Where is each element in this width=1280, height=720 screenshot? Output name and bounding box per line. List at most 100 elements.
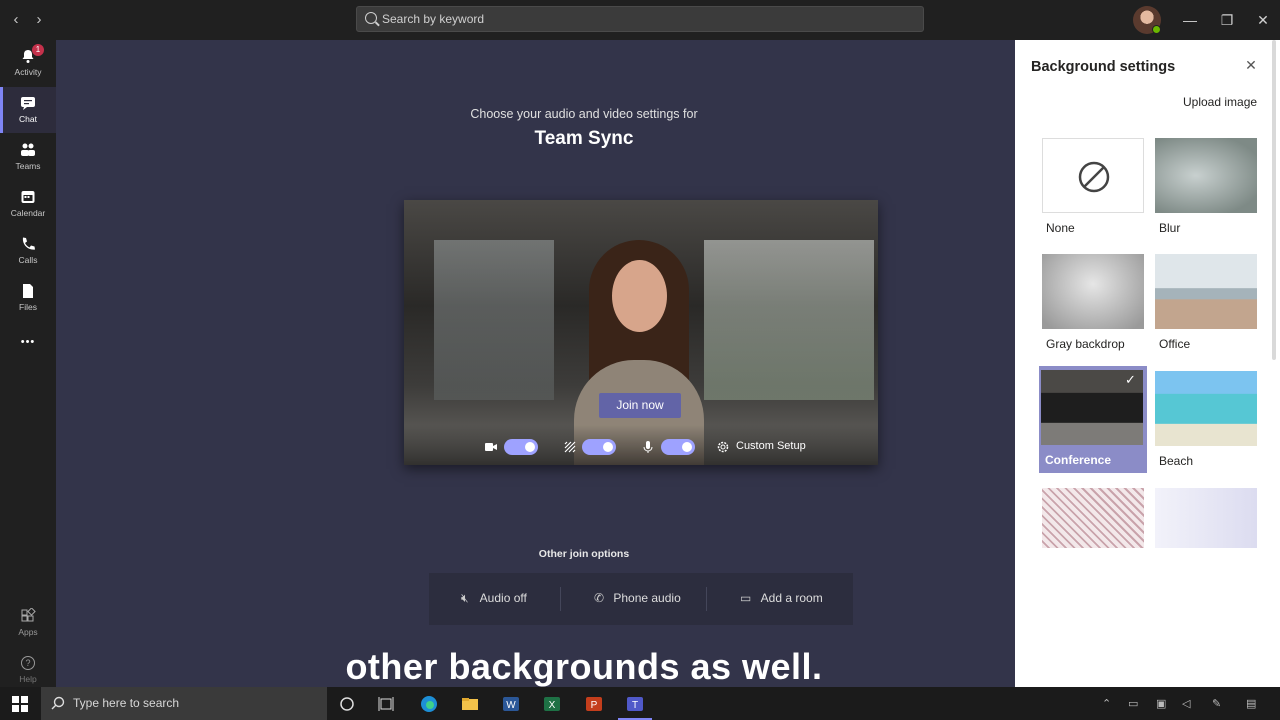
battery-icon[interactable]: ▭ (1128, 697, 1138, 710)
upload-image-button[interactable]: Upload image (1183, 95, 1257, 109)
background-tile-gray-backdrop[interactable]: Gray backdrop (1042, 254, 1146, 351)
cortana-icon[interactable] (338, 695, 356, 713)
background-tile-pattern[interactable] (1042, 488, 1146, 548)
pen-icon[interactable]: ✎ (1212, 697, 1221, 710)
video-caption: other backgrounds as well. (345, 646, 823, 687)
window-right (704, 240, 874, 400)
rail-item-files[interactable]: Files (0, 275, 56, 321)
search-icon (365, 12, 377, 24)
panel-title: Background settings (1031, 59, 1176, 75)
word-icon[interactable]: W (502, 695, 520, 713)
teams-app-icon[interactable]: T (626, 695, 644, 713)
room-icon: ▭ (740, 591, 752, 605)
tile-label: Conference (1045, 453, 1112, 467)
pattern-thumbnail (1042, 488, 1144, 548)
background-settings-panel: Background settings ✕ Upload image None … (1015, 40, 1280, 687)
notifications-icon[interactable]: ▤ (1246, 697, 1256, 710)
rail-item-calls[interactable]: Calls (0, 228, 56, 274)
audio-off-option[interactable]: 🔇︎ Audio off (461, 588, 527, 608)
maximize-button[interactable]: ❐ (1217, 10, 1237, 30)
taskbar-search-placeholder: Type here to search (73, 696, 180, 710)
rail-item-label: Files (19, 302, 37, 312)
blur-thumbnail (1155, 138, 1257, 213)
close-icon[interactable]: ✕ (1243, 57, 1259, 73)
panel-scrollbar[interactable] (1272, 40, 1276, 360)
background-effects-icon (564, 441, 576, 453)
taskbar-search-input[interactable]: Type here to search (41, 687, 327, 720)
rail-item-label: Activity (14, 67, 42, 77)
more-options-icon[interactable]: ••• (0, 330, 56, 376)
tile-label: Gray backdrop (1046, 337, 1125, 351)
search-icon (51, 696, 65, 710)
video-preview: Join now Custom Setup (404, 200, 878, 465)
microphone-toggle[interactable] (661, 439, 695, 455)
background-tile-room[interactable] (1155, 488, 1259, 548)
presence-status-icon (1152, 25, 1161, 34)
prejoin-stage: Choose your audio and video settings for… (56, 40, 1015, 687)
none-icon (1042, 138, 1144, 213)
svg-text:X: X (549, 700, 556, 711)
custom-setup-button[interactable]: Custom Setup (736, 440, 806, 452)
stage-subtitle: Choose your audio and video settings for (470, 107, 698, 121)
join-now-button[interactable]: Join now (599, 393, 681, 418)
meeting-title: Team Sync (534, 128, 634, 149)
apps-icon (21, 608, 36, 622)
close-window-button[interactable]: ✕ (1253, 10, 1273, 30)
excel-icon[interactable]: X (543, 695, 561, 713)
task-view-icon[interactable] (377, 695, 395, 713)
divider (706, 587, 707, 611)
phone-audio-option[interactable]: ✆ Phone audio (594, 588, 681, 608)
svg-text:T: T (632, 700, 638, 711)
svg-text:W: W (506, 700, 516, 711)
option-label: Phone audio (613, 591, 681, 605)
phone-icon (22, 237, 35, 250)
rail-item-calendar[interactable]: Calendar (0, 181, 56, 227)
file-icon (23, 284, 33, 298)
tile-label: Office (1159, 337, 1191, 351)
beach-thumbnail (1155, 371, 1257, 446)
window-left (434, 240, 554, 400)
background-tile-beach[interactable]: Beach (1155, 371, 1259, 468)
forward-arrow-icon[interactable]: › (29, 10, 49, 30)
search-placeholder: Search by keyword (382, 12, 485, 26)
camera-icon (485, 443, 497, 451)
activity-badge: 1 (32, 44, 44, 56)
network-icon[interactable]: ▣ (1156, 697, 1166, 710)
tray-chevron-icon[interactable]: ⌃ (1102, 697, 1111, 710)
calendar-icon (21, 191, 35, 203)
back-arrow-icon[interactable]: ‹ (6, 10, 26, 30)
windows-start-icon[interactable] (11, 695, 29, 713)
gray-backdrop-thumbnail (1042, 254, 1144, 329)
background-tile-blur[interactable]: Blur (1155, 138, 1259, 235)
background-toggle[interactable] (582, 439, 616, 455)
rail-item-apps[interactable]: Apps (0, 600, 56, 646)
file-explorer-icon[interactable] (461, 695, 479, 713)
phone-icon: ✆ (594, 591, 605, 605)
add-room-option[interactable]: ▭ Add a room (740, 588, 823, 608)
edge-icon[interactable] (420, 695, 438, 713)
tile-label: Blur (1159, 221, 1181, 235)
search-input[interactable]: Search by keyword (356, 6, 924, 32)
rail-item-label: Teams (15, 161, 41, 171)
gear-icon[interactable] (716, 440, 730, 454)
room-thumbnail (1155, 488, 1257, 548)
speaker-off-icon: 🔇︎ (461, 591, 469, 605)
rail-item-label: Calls (18, 255, 38, 265)
rail-item-label: Calendar (10, 208, 46, 218)
tile-label: Beach (1159, 454, 1194, 468)
option-label: Add a room (760, 591, 823, 605)
camera-toggle[interactable] (504, 439, 538, 455)
rail-item-activity[interactable]: 1 Activity (0, 40, 56, 86)
microphone-icon (643, 441, 653, 453)
background-tile-office[interactable]: Office (1155, 254, 1259, 351)
other-join-options-label: Other join options (538, 548, 630, 560)
volume-icon[interactable]: ◁ (1182, 697, 1190, 710)
background-tile-none[interactable]: None (1042, 138, 1146, 235)
minimize-button[interactable]: — (1180, 10, 1200, 30)
title-bar: ‹ › Search by keyword — ❐ ✕ (0, 0, 1280, 40)
office-thumbnail (1155, 254, 1257, 329)
powerpoint-icon[interactable]: P (585, 695, 603, 713)
divider (560, 587, 561, 611)
background-tile-conference[interactable]: ✓ Conference (1039, 366, 1147, 473)
more-glyph: ••• (20, 336, 36, 348)
